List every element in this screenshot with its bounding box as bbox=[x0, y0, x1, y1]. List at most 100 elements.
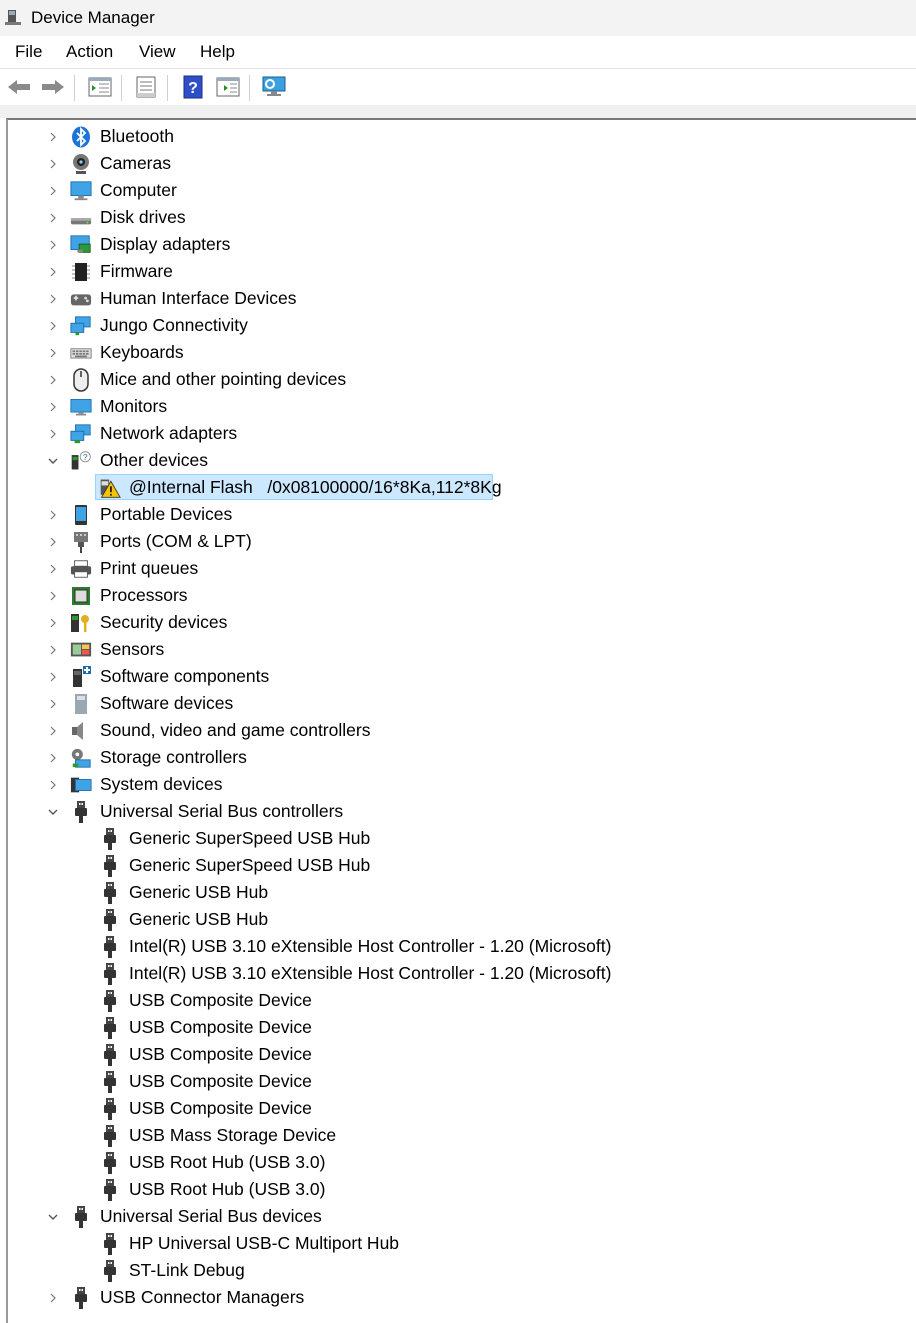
tree-device-row[interactable]: Generic SuperSpeed USB Hub bbox=[0, 825, 900, 852]
chevron-right-icon[interactable] bbox=[46, 616, 60, 630]
tree-category-label: Monitors bbox=[100, 396, 168, 416]
tree-category-row[interactable]: Processors bbox=[0, 582, 900, 609]
toolbar: ? bbox=[0, 69, 916, 106]
chevron-right-icon[interactable] bbox=[46, 292, 60, 306]
tree-category-row[interactable]: Firmware bbox=[0, 258, 900, 285]
tree-device-row[interactable]: USB Root Hub (USB 3.0) bbox=[0, 1176, 900, 1203]
chevron-right-icon[interactable] bbox=[46, 670, 60, 684]
tree-device-label: USB Composite Device bbox=[129, 1098, 312, 1118]
pane-gap bbox=[0, 105, 916, 118]
tree-device-row[interactable]: Generic USB Hub bbox=[0, 879, 900, 906]
port-icon bbox=[70, 531, 92, 553]
tree-category-row[interactable]: Storage controllers bbox=[0, 744, 900, 771]
tree-device-label: HP Universal USB-C Multiport Hub bbox=[129, 1233, 400, 1253]
tree-device-row[interactable]: USB Composite Device bbox=[0, 1014, 900, 1041]
chevron-right-icon[interactable] bbox=[46, 130, 60, 144]
chevron-right-icon[interactable] bbox=[46, 238, 60, 252]
tree-category-row[interactable]: Network adapters bbox=[0, 420, 900, 447]
tree-category-row[interactable]: Cameras bbox=[0, 150, 900, 177]
tree-category-row[interactable]: Monitors bbox=[0, 393, 900, 420]
tree-device-row[interactable]: USB Composite Device bbox=[0, 1068, 900, 1095]
menu-file[interactable]: File bbox=[15, 42, 42, 62]
tree-category-row[interactable]: Ports (COM & LPT) bbox=[0, 528, 900, 555]
chevron-down-icon[interactable] bbox=[46, 805, 60, 819]
chevron-right-icon[interactable] bbox=[46, 589, 60, 603]
firmware-icon bbox=[70, 261, 92, 283]
menu-view[interactable]: View bbox=[139, 42, 176, 62]
menu-help[interactable]: Help bbox=[200, 42, 235, 62]
scan-hardware-icon[interactable] bbox=[261, 74, 287, 100]
tree-category-row[interactable]: Computer bbox=[0, 177, 900, 204]
chevron-right-icon[interactable] bbox=[46, 319, 60, 333]
tree-device-label: USB Composite Device bbox=[129, 990, 312, 1010]
chevron-right-icon[interactable] bbox=[46, 157, 60, 171]
update-driver-icon[interactable] bbox=[215, 74, 241, 100]
tree-device-row[interactable]: Intel(R) USB 3.10 eXtensible Host Contro… bbox=[0, 933, 900, 960]
tree-category-row[interactable]: System devices bbox=[0, 771, 900, 798]
tree-category-row[interactable]: Keyboards bbox=[0, 339, 900, 366]
tree-category-row[interactable]: Security devices bbox=[0, 609, 900, 636]
tree-device-row[interactable]: Generic SuperSpeed USB Hub bbox=[0, 852, 900, 879]
tree-category-label: Network adapters bbox=[100, 423, 238, 443]
show-hide-tree-icon[interactable] bbox=[87, 74, 113, 100]
tree-device-row[interactable]: USB Composite Device bbox=[0, 1095, 900, 1122]
tree-category-row[interactable]: USB Connector Managers bbox=[0, 1284, 900, 1311]
tree-category-row[interactable]: Print queues bbox=[0, 555, 900, 582]
chevron-right-icon[interactable] bbox=[46, 265, 60, 279]
tree-category-row[interactable]: Human Interface Devices bbox=[0, 285, 900, 312]
chevron-right-icon[interactable] bbox=[46, 724, 60, 738]
keyboard-icon bbox=[70, 342, 92, 364]
chevron-right-icon[interactable] bbox=[46, 508, 60, 522]
tree-device-row[interactable]: USB Composite Device bbox=[0, 1041, 900, 1068]
tree-category-row[interactable]: Sound, video and game controllers bbox=[0, 717, 900, 744]
chevron-right-icon[interactable] bbox=[46, 400, 60, 414]
forward-arrow-icon[interactable] bbox=[40, 74, 66, 100]
chevron-right-icon[interactable] bbox=[46, 1291, 60, 1305]
tree-category-label: Print queues bbox=[100, 558, 199, 578]
properties-icon[interactable] bbox=[133, 74, 159, 100]
chevron-right-icon[interactable] bbox=[46, 211, 60, 225]
tree-category-row[interactable]: Disk drives bbox=[0, 204, 900, 231]
tree-category-row[interactable]: Jungo Connectivity bbox=[0, 312, 900, 339]
chevron-right-icon[interactable] bbox=[46, 697, 60, 711]
chevron-down-icon[interactable] bbox=[46, 454, 60, 468]
chevron-right-icon[interactable] bbox=[46, 535, 60, 549]
chevron-right-icon[interactable] bbox=[46, 562, 60, 576]
tree-device-row[interactable]: HP Universal USB-C Multiport Hub bbox=[0, 1230, 900, 1257]
tree-category-row[interactable]: Sensors bbox=[0, 636, 900, 663]
chevron-right-icon[interactable] bbox=[46, 373, 60, 387]
tree-category-row[interactable]: ? Other devices bbox=[0, 447, 900, 474]
chevron-right-icon[interactable] bbox=[46, 778, 60, 792]
tree-category-row[interactable]: Portable Devices bbox=[0, 501, 900, 528]
tree-category-row[interactable]: Universal Serial Bus controllers bbox=[0, 798, 900, 825]
tree-device-row[interactable]: ST-Link Debug bbox=[0, 1257, 900, 1284]
tree-category-row[interactable]: Mice and other pointing devices bbox=[0, 366, 900, 393]
tree-device-row[interactable]: USB Composite Device bbox=[0, 987, 900, 1014]
tree-device-row[interactable]: Intel(R) USB 3.10 eXtensible Host Contro… bbox=[0, 960, 900, 987]
tree-category-row[interactable]: Universal Serial Bus devices bbox=[0, 1203, 900, 1230]
tree-device-row[interactable]: USB Mass Storage Device bbox=[0, 1122, 900, 1149]
other-devices-icon: ? bbox=[70, 450, 92, 472]
chevron-right-icon[interactable] bbox=[46, 643, 60, 657]
menu-action[interactable]: Action bbox=[66, 42, 113, 62]
chevron-down-icon[interactable] bbox=[46, 1210, 60, 1224]
tree-device-row[interactable]: Generic USB Hub bbox=[0, 906, 900, 933]
back-arrow-icon[interactable] bbox=[6, 74, 32, 100]
tree-category-row[interactable]: Display adapters bbox=[0, 231, 900, 258]
software-component-icon bbox=[70, 665, 92, 688]
chevron-right-icon[interactable] bbox=[46, 427, 60, 441]
chevron-right-icon[interactable] bbox=[46, 751, 60, 765]
tree-category-row[interactable]: Software components bbox=[0, 663, 900, 690]
tree-category-row[interactable]: Software devices bbox=[0, 690, 900, 717]
tree-device-row[interactable]: USB Root Hub (USB 3.0) bbox=[0, 1149, 900, 1176]
tree-category-row[interactable]: Bluetooth bbox=[0, 123, 900, 150]
chevron-right-icon[interactable] bbox=[46, 184, 60, 198]
help-icon[interactable]: ? bbox=[180, 74, 206, 100]
tree-device-row[interactable]: @Internal Flash /0x08100000/16*8Ka,112*8… bbox=[0, 474, 900, 501]
warning-device-icon bbox=[99, 477, 121, 499]
tree-category-label: Universal Serial Bus controllers bbox=[100, 801, 344, 821]
chevron-right-icon[interactable] bbox=[46, 346, 60, 360]
usb-plug-icon bbox=[99, 1232, 121, 1255]
usb-plug-icon bbox=[99, 854, 121, 877]
tree-category-label: Sound, video and game controllers bbox=[100, 720, 371, 740]
